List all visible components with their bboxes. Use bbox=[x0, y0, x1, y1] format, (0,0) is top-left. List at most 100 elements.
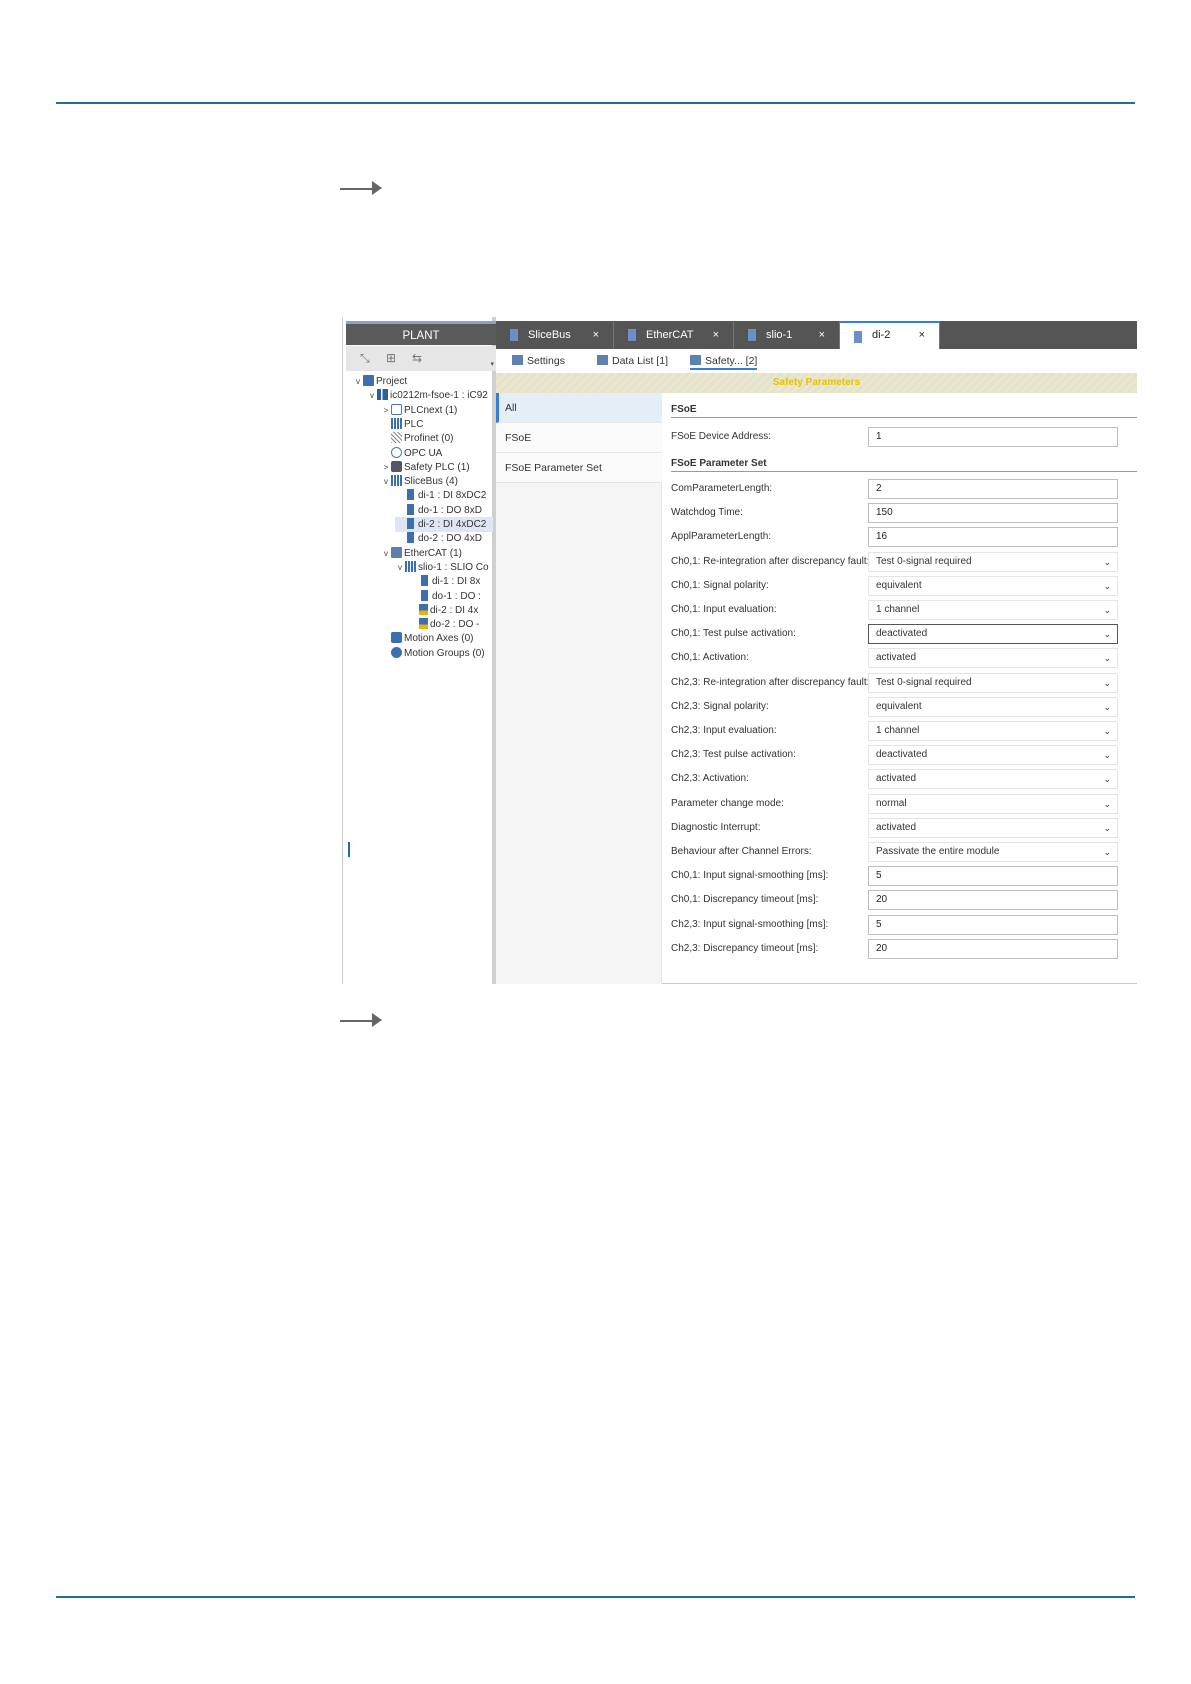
param-label: Ch0,1: Input evaluation: bbox=[671, 604, 777, 615]
tree-item[interactable]: > PLCnext (1) bbox=[381, 403, 493, 418]
tree-item[interactable]: Profinet (0) bbox=[381, 431, 493, 446]
tree-item[interactable]: v EtherCAT (1) bbox=[381, 546, 493, 561]
param-select[interactable]: 1 channel ⌄ bbox=[868, 721, 1118, 741]
collapse-icon[interactable]: ⊞ bbox=[386, 351, 396, 365]
tree-item[interactable]: di-2 : DI 4x bbox=[409, 603, 493, 618]
net-icon bbox=[391, 432, 402, 444]
step-arrow-icon bbox=[340, 178, 382, 195]
param-input[interactable]: 20 bbox=[868, 890, 1118, 911]
section-parameter-set: FSoE Parameter Set bbox=[671, 458, 1137, 472]
chevron-down-icon: ⌄ bbox=[1103, 798, 1111, 809]
plant-panel: PLANT ⤡ ⊞ ⇆ ▾ v Project v ic0212m-fsoe-1 : … bbox=[343, 317, 496, 984]
dev-icon bbox=[377, 389, 388, 401]
editor-subtab[interactable]: Settings bbox=[512, 353, 565, 370]
tree-item[interactable]: Motion Groups (0) bbox=[381, 646, 493, 661]
selection-indicator bbox=[348, 842, 350, 857]
tree-item[interactable]: Motion Axes (0) bbox=[381, 631, 493, 646]
module-icon bbox=[510, 329, 518, 341]
param-input[interactable]: 5 bbox=[868, 866, 1118, 887]
chevron-down-icon[interactable]: v bbox=[381, 474, 391, 489]
param-select[interactable]: activated ⌄ bbox=[868, 648, 1118, 669]
grid-icon bbox=[405, 560, 416, 572]
param-input[interactable]: 16 bbox=[868, 527, 1118, 548]
param-select[interactable]: deactivated ⌄ bbox=[868, 624, 1118, 645]
editor-bottom-border bbox=[662, 983, 1137, 984]
document-tab[interactable]: EtherCAT × bbox=[614, 321, 734, 349]
close-icon[interactable]: × bbox=[919, 323, 925, 347]
tree-item-label: EtherCAT (1) bbox=[404, 547, 462, 559]
tree-item[interactable]: di-2 : DI 4xDC2 bbox=[395, 517, 493, 532]
category-item[interactable]: FSoE bbox=[496, 423, 662, 453]
tree-item-label: slio-1 : SLIO Co bbox=[418, 561, 489, 573]
tree-item[interactable]: di-1 : DI 8xDC2 bbox=[395, 488, 493, 503]
tree-item[interactable]: v Project bbox=[353, 374, 493, 389]
param-select[interactable]: 1 channel ⌄ bbox=[868, 600, 1118, 620]
tree-item[interactable]: do-2 : DO 4xD bbox=[395, 531, 493, 546]
chevron-right-icon[interactable]: > bbox=[381, 460, 391, 475]
grid-icon bbox=[391, 475, 402, 487]
param-label: Ch2,3: Activation: bbox=[671, 773, 749, 785]
param-select-value: activated bbox=[876, 652, 917, 664]
toolbar-caret-icon[interactable]: ▾ bbox=[490, 360, 494, 368]
tree-item[interactable]: PLC bbox=[381, 417, 493, 432]
application-window: PLANT ⤡ ⊞ ⇆ ▾ v Project v ic0212m-fsoe-1 : … bbox=[342, 317, 1137, 984]
sync-icon[interactable]: ⇆ bbox=[412, 351, 422, 365]
tree-item[interactable]: do-2 : DO - bbox=[409, 617, 493, 632]
editor-subtab[interactable]: Safety... [2] bbox=[690, 353, 758, 370]
chevron-down-icon: ⌄ bbox=[1103, 653, 1111, 664]
subtab-label: Safety... [2] bbox=[705, 355, 758, 367]
param-select[interactable]: Test 0-signal required ⌄ bbox=[868, 672, 1118, 693]
category-item[interactable]: All bbox=[496, 393, 662, 423]
tree-item-label: PLC bbox=[404, 418, 424, 430]
param-input[interactable]: 20 bbox=[868, 938, 1118, 959]
axis-icon bbox=[391, 632, 402, 644]
mod-icon bbox=[421, 575, 428, 587]
param-select[interactable]: Passivate the entire module ⌄ bbox=[868, 842, 1118, 862]
chevron-right-icon[interactable]: > bbox=[381, 403, 391, 418]
fsoe-address-input[interactable]: 1 bbox=[868, 427, 1118, 447]
param-input[interactable]: 5 bbox=[868, 914, 1118, 935]
parameter-grid: FSoE FSoE Device Address: 1 FSoE Parameter … bbox=[662, 393, 1137, 984]
tree-item[interactable]: > Safety PLC (1) bbox=[381, 460, 493, 475]
tab-label: EtherCAT bbox=[646, 329, 694, 341]
editor-subtab[interactable]: Data List [1] bbox=[597, 353, 668, 370]
param-select[interactable]: equivalent ⌄ bbox=[868, 696, 1118, 717]
section-fsoe: FSoE bbox=[671, 404, 1137, 418]
category-item[interactable]: FSoE Parameter Set bbox=[496, 453, 662, 483]
param-select[interactable]: activated ⌄ bbox=[868, 769, 1118, 790]
tab-label: slio-1 bbox=[766, 329, 793, 341]
param-select-value: Test 0-signal required bbox=[876, 676, 972, 688]
tree-item[interactable]: do-1 : DO : bbox=[409, 589, 493, 604]
param-select[interactable]: normal ⌄ bbox=[868, 793, 1118, 814]
mod-icon bbox=[421, 589, 428, 601]
chevron-down-icon[interactable]: v bbox=[367, 388, 377, 403]
tree-item-label: PLCnext (1) bbox=[404, 404, 458, 416]
tree-item[interactable]: v slio-1 : SLIO Co bbox=[395, 560, 493, 575]
chevron-down-icon[interactable]: v bbox=[395, 560, 405, 575]
param-select[interactable]: equivalent ⌄ bbox=[868, 575, 1118, 596]
chevron-down-icon[interactable]: v bbox=[381, 546, 391, 561]
param-input[interactable]: 2 bbox=[868, 479, 1118, 499]
tree-item[interactable]: v ic0212m-fsoe-1 : iC92 bbox=[367, 388, 493, 403]
chevron-down-icon[interactable]: v bbox=[353, 374, 363, 389]
close-icon[interactable]: × bbox=[593, 321, 599, 349]
param-input[interactable]: 150 bbox=[868, 503, 1118, 524]
param-label: Ch2,3: Input signal-smoothing [ms]: bbox=[671, 918, 829, 930]
mod-y-icon bbox=[419, 603, 428, 615]
tree-item[interactable]: do-1 : DO 8xD bbox=[395, 503, 493, 518]
close-icon[interactable]: × bbox=[819, 321, 825, 349]
tree-item[interactable]: v SliceBus (4) bbox=[381, 474, 493, 489]
chevron-down-icon: ⌄ bbox=[1103, 677, 1111, 688]
close-icon[interactable]: × bbox=[713, 321, 719, 349]
param-select[interactable]: deactivated ⌄ bbox=[868, 745, 1118, 766]
param-select[interactable]: activated ⌄ bbox=[868, 817, 1118, 838]
document-tab[interactable]: di-2 × bbox=[840, 321, 940, 349]
tree-item[interactable]: OPC UA bbox=[381, 446, 493, 461]
tree-item[interactable]: di-1 : DI 8x bbox=[409, 574, 493, 589]
document-tab[interactable]: SliceBus × bbox=[496, 321, 614, 349]
expand-icon[interactable]: ⤡ bbox=[360, 351, 370, 366]
tree-item-label: Safety PLC (1) bbox=[404, 461, 470, 473]
param-select[interactable]: Test 0-signal required ⌄ bbox=[868, 551, 1118, 572]
document-tab[interactable]: slio-1 × bbox=[734, 321, 840, 349]
tree-item-label: do-2 : DO - bbox=[430, 619, 480, 631]
